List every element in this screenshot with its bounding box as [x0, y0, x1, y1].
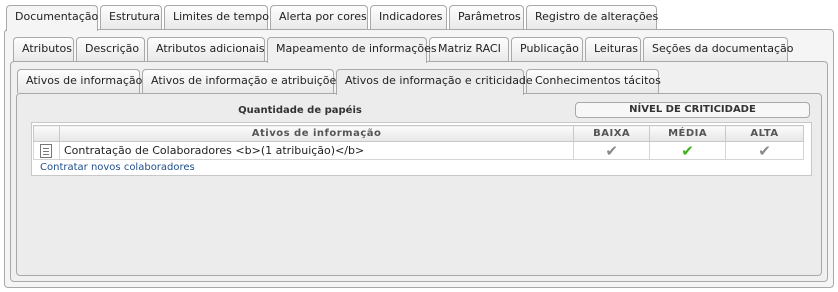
tab-parametros[interactable]: Parâmetros	[449, 5, 524, 29]
tab-secoes-da-documentacao[interactable]: Seções da documentação	[643, 37, 794, 61]
icon-column-header	[33, 125, 60, 142]
tab-ativos-de-informacao[interactable]: Ativos de informação	[17, 69, 142, 93]
medium-column-header: MÉDIA	[649, 125, 727, 142]
tab-mapeamento-de-informacoes[interactable]: Mapeamento de informações	[267, 37, 437, 63]
tab-leituras[interactable]: Leituras	[585, 37, 641, 61]
hire-new-employees-link[interactable]: Contratar novos colaboradores	[40, 162, 195, 173]
tab-ativos-e-atribuicoes[interactable]: Ativos de informação e atribuições	[142, 69, 342, 93]
document-icon-cell	[33, 141, 60, 160]
tab-limites-de-tempo[interactable]: Limites de tempo	[164, 5, 269, 29]
tab-matriz-raci[interactable]: Matriz RACI	[429, 37, 509, 61]
criticality-level-header: NÍVEL DE CRITICIDADE	[575, 102, 810, 118]
document-icon[interactable]	[40, 143, 53, 158]
tab-alerta-por-cores[interactable]: Alerta por cores	[270, 5, 368, 29]
criticality-panel	[16, 93, 822, 276]
tab-descricao[interactable]: Descrição	[76, 37, 145, 61]
tab-publicacao[interactable]: Publicação	[511, 37, 583, 61]
tab-atributos[interactable]: Atributos	[13, 37, 74, 61]
tab-atributos-adicionais[interactable]: Atributos adicionais	[147, 37, 265, 61]
tab-registro-de-alteracoes[interactable]: Registro de alterações	[526, 5, 658, 29]
asset-name: Contratação de Colaboradores <b>(1 atrib…	[58, 141, 575, 160]
tab-conhecimentos-tacitos[interactable]: Conhecimentos tácitos	[526, 69, 661, 93]
roles-count-header: Quantidade de papéis	[238, 105, 362, 116]
table-row: Contratação de Colaboradores <b>(1 atrib…	[33, 141, 804, 160]
low-column-header: BAIXA	[573, 125, 651, 142]
tab-estrutura[interactable]: Estrutura	[100, 5, 162, 29]
tab-documentacao[interactable]: Documentação	[6, 5, 98, 31]
grey-check-icon[interactable]: ✔	[573, 141, 651, 160]
tab-indicadores[interactable]: Indicadores	[370, 5, 447, 29]
green-check-icon[interactable]: ✔	[649, 141, 727, 160]
grey-check-icon[interactable]: ✔	[725, 141, 804, 160]
assets-column-header: Ativos de informação	[58, 125, 575, 142]
tab-ativos-e-criticidade[interactable]: Ativos de informação e criticidade	[336, 69, 533, 95]
high-column-header: ALTA	[725, 125, 804, 142]
assets-criticality-table: Ativos de informação BAIXA MÉDIA ALTA Co…	[33, 125, 804, 160]
